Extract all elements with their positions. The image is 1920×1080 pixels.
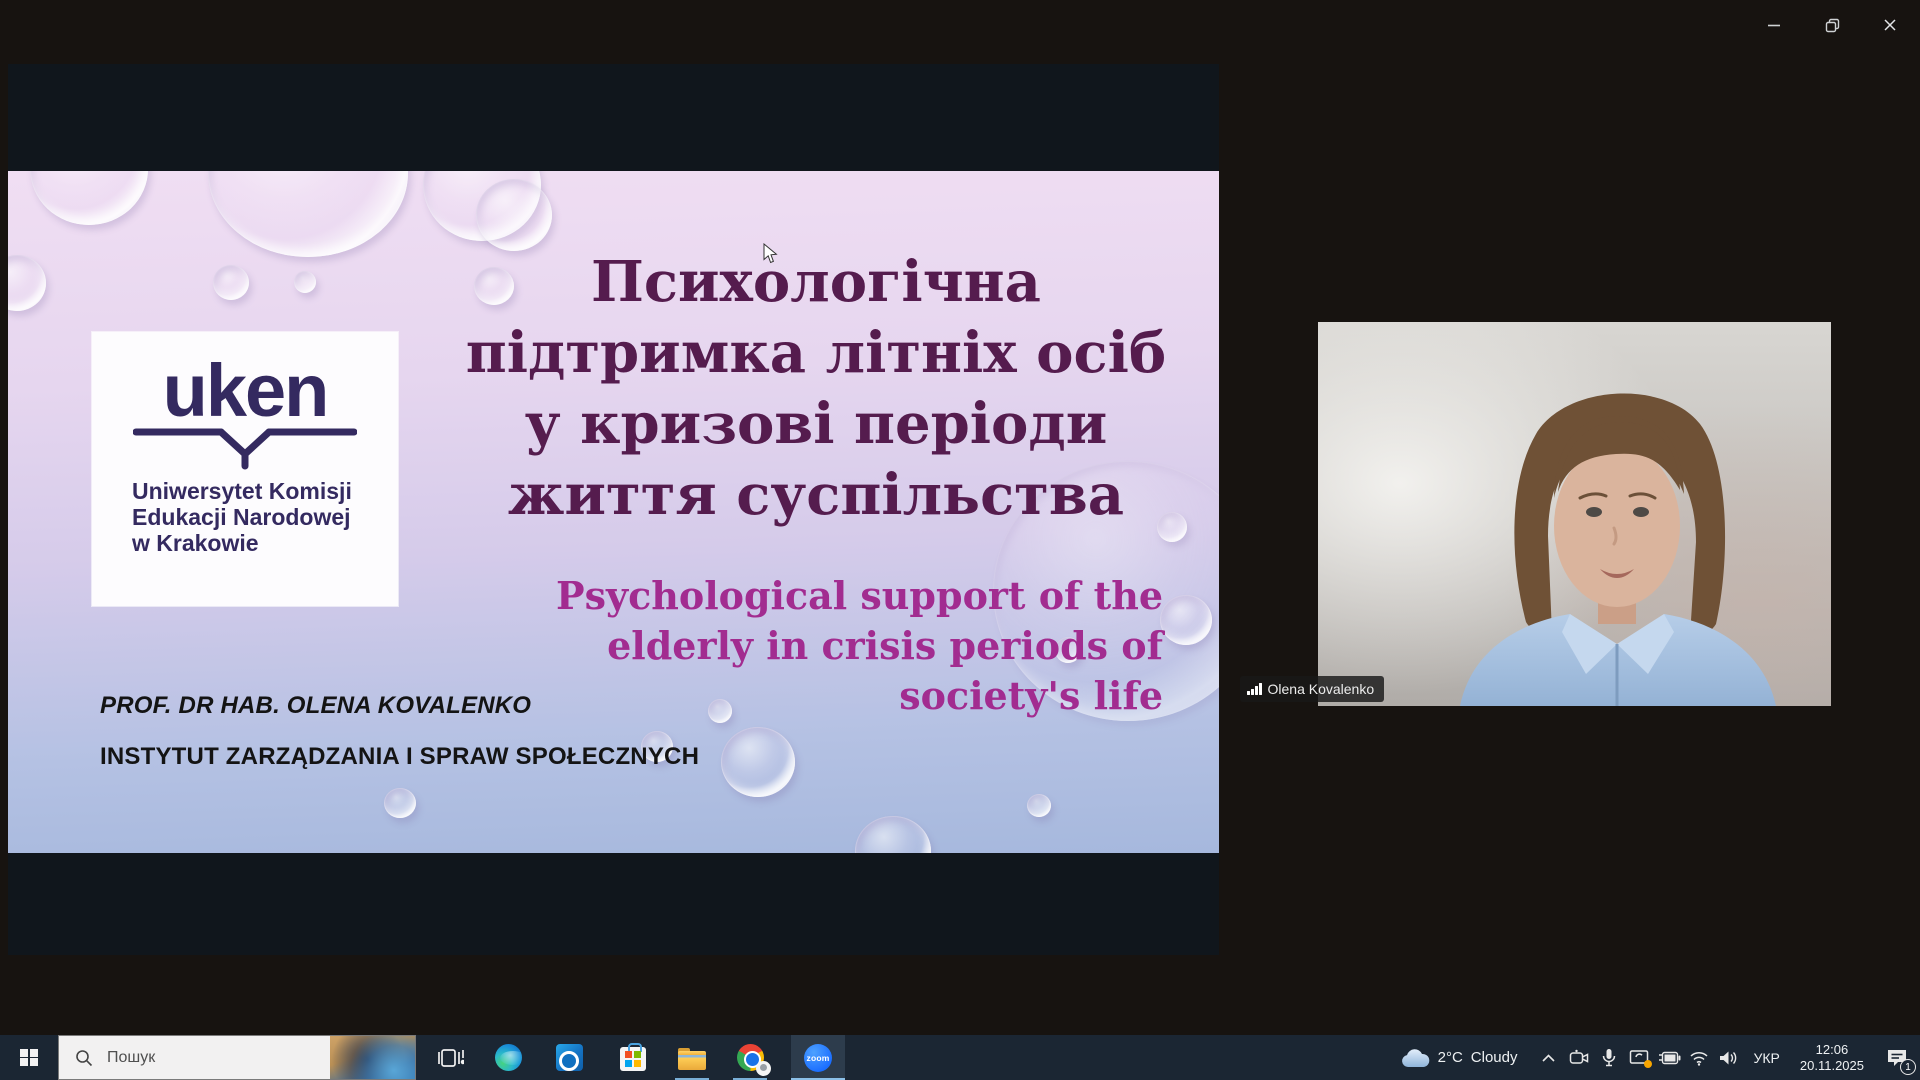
minimize-icon bbox=[1767, 18, 1781, 32]
participant-video[interactable]: Olena Kovalenko bbox=[1318, 322, 1831, 706]
store-button[interactable] bbox=[610, 1035, 656, 1080]
bubble bbox=[721, 727, 795, 797]
cast-tray-button[interactable] bbox=[1624, 1035, 1654, 1080]
slide-author: PROF. DR HAB. OLENA KOVALENKO bbox=[100, 692, 531, 720]
slide-subtitle: Psychological support of the elderly in … bbox=[463, 571, 1163, 721]
task-view-button[interactable] bbox=[428, 1035, 474, 1080]
taskbar: Пошук zoom bbox=[0, 1035, 1920, 1080]
microphone-icon bbox=[1602, 1048, 1616, 1067]
close-icon bbox=[1883, 18, 1897, 32]
zoom-button[interactable]: zoom bbox=[791, 1035, 845, 1080]
participant-portrait bbox=[1318, 322, 1831, 706]
battery-tray-button[interactable] bbox=[1654, 1035, 1684, 1080]
weather-condition: Cloudy bbox=[1471, 1049, 1518, 1066]
search-icon bbox=[75, 1049, 93, 1067]
hidden-icons-button[interactable] bbox=[1534, 1035, 1564, 1080]
file-explorer-icon bbox=[678, 1048, 706, 1070]
notification-center-button[interactable]: 1 bbox=[1874, 1035, 1920, 1080]
slide-title: Психологічна підтримка літніх осіб у кри… bbox=[308, 247, 1219, 531]
bubble bbox=[30, 171, 148, 225]
zoom-icon: zoom bbox=[804, 1044, 832, 1072]
outlook-button[interactable] bbox=[546, 1035, 592, 1080]
clock-time: 12:06 bbox=[1800, 1042, 1864, 1058]
minimize-button[interactable] bbox=[1752, 10, 1796, 40]
chrome-profile-badge bbox=[756, 1061, 771, 1076]
system-tray: 2°C Cloudy bbox=[1390, 1035, 1920, 1080]
screen-share-area: uken Uniwersytet Komisji Edukacji Narodo… bbox=[8, 64, 1219, 955]
wifi-tray-button[interactable] bbox=[1684, 1035, 1714, 1080]
volume-tray-button[interactable] bbox=[1714, 1035, 1744, 1080]
notification-count-badge: 1 bbox=[1900, 1059, 1916, 1075]
zoom-meeting-window: uken Uniwersytet Komisji Edukacji Narodo… bbox=[0, 0, 1920, 1080]
cast-notification-dot bbox=[1644, 1060, 1652, 1068]
weather-temperature: 2°C bbox=[1438, 1049, 1463, 1066]
search-highlight-image[interactable] bbox=[330, 1036, 415, 1079]
edge-button[interactable] bbox=[485, 1035, 531, 1080]
chrome-button[interactable] bbox=[727, 1035, 773, 1080]
bubble bbox=[213, 265, 249, 300]
window-controls bbox=[1752, 10, 1912, 40]
camera-tray-button[interactable] bbox=[1564, 1035, 1594, 1080]
bubble bbox=[208, 171, 408, 257]
speaker-icon bbox=[1719, 1050, 1738, 1066]
outlook-icon bbox=[556, 1044, 583, 1071]
participant-name-tag: Olena Kovalenko bbox=[1240, 676, 1384, 702]
restore-button[interactable] bbox=[1810, 10, 1854, 40]
weather-cloud-icon bbox=[1400, 1048, 1430, 1068]
restore-icon bbox=[1825, 18, 1840, 33]
signal-bars-icon bbox=[1247, 683, 1262, 695]
start-button[interactable] bbox=[0, 1035, 58, 1080]
clock-date: 20.11.2025 bbox=[1800, 1058, 1864, 1074]
wifi-icon bbox=[1689, 1050, 1709, 1066]
presentation-slide: uken Uniwersytet Komisji Edukacji Narodo… bbox=[8, 171, 1219, 853]
slide-institute: INSTYTUT ZARZĄDZANIA I SPRAW SPOŁECZNYCH bbox=[100, 743, 699, 771]
participant-name: Olena Kovalenko bbox=[1268, 681, 1375, 697]
start-icon bbox=[20, 1049, 38, 1067]
battery-icon bbox=[1657, 1051, 1681, 1065]
file-explorer-button[interactable] bbox=[669, 1035, 715, 1080]
search-placeholder: Пошук bbox=[107, 1049, 155, 1067]
taskbar-clock[interactable]: 12:06 20.11.2025 bbox=[1790, 1042, 1874, 1074]
close-button[interactable] bbox=[1868, 10, 1912, 40]
camera-icon bbox=[1569, 1049, 1589, 1067]
weather-widget[interactable]: 2°C Cloudy bbox=[1390, 1035, 1534, 1080]
chevron-up-icon bbox=[1542, 1054, 1555, 1062]
microphone-tray-button[interactable] bbox=[1594, 1035, 1624, 1080]
bubble bbox=[1027, 794, 1051, 817]
store-icon bbox=[620, 1047, 646, 1071]
taskbar-search[interactable]: Пошук bbox=[58, 1035, 416, 1080]
mouse-cursor bbox=[763, 243, 778, 264]
bubble bbox=[8, 255, 46, 311]
edge-icon bbox=[495, 1044, 522, 1071]
bubble bbox=[384, 788, 416, 818]
language-indicator[interactable]: УКР bbox=[1744, 1050, 1790, 1066]
bubble bbox=[855, 816, 931, 853]
task-view-icon bbox=[438, 1046, 464, 1070]
bubble bbox=[476, 179, 552, 251]
